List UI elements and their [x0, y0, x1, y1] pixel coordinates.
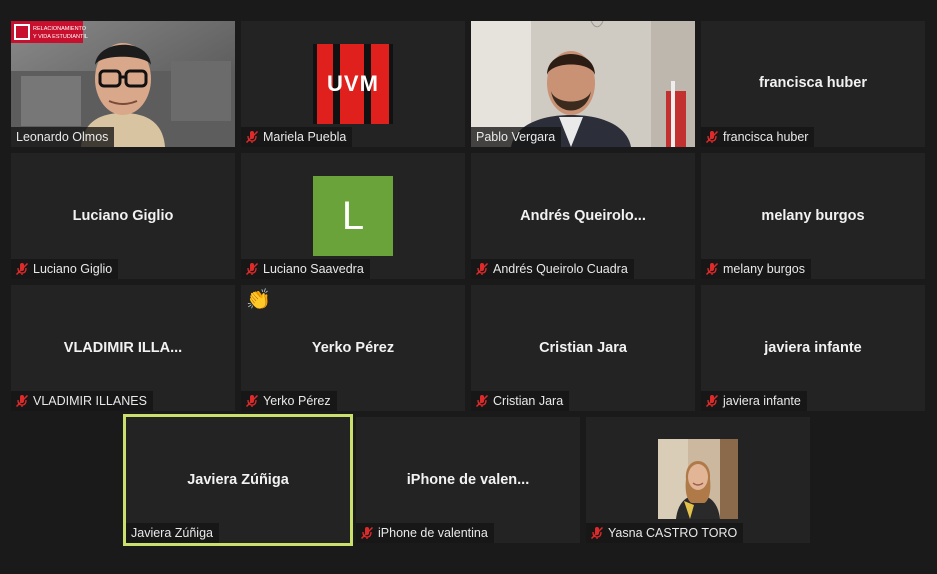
muted-microphone-icon — [245, 394, 259, 408]
participant-name: Andrés Queirolo Cuadra — [493, 262, 628, 276]
participant-display-name: javiera infante — [764, 340, 862, 356]
participant-tile-yerko-perez[interactable]: 👏 Yerko Pérez Yerko Pérez — [241, 285, 465, 411]
participant-display-name: iPhone de valen... — [406, 472, 530, 488]
participant-name-label: Pablo Vergara — [471, 127, 562, 147]
participant-display-name: VLADIMIR ILLA... — [63, 340, 183, 356]
participant-name-label: Yerko Pérez — [241, 391, 337, 411]
muted-microphone-icon — [360, 526, 374, 540]
profile-photo — [658, 439, 738, 519]
participant-tile-melany-burgos[interactable]: melany burgos melany burgos — [701, 153, 925, 279]
participant-tile-luciano-giglio[interactable]: Luciano Giglio Luciano Giglio — [11, 153, 235, 279]
participant-name-label: Cristian Jara — [471, 391, 570, 411]
participant-name-label: Luciano Giglio — [11, 259, 119, 279]
participant-display-name: Javiera Zúñiga — [187, 472, 289, 488]
participant-tile-leonardo-olmos[interactable]: RELACIONAMIENTO Y VIDA ESTUDIANTIL Leona… — [11, 21, 235, 147]
participant-name-label: Andrés Queirolo Cuadra — [471, 259, 634, 279]
participant-name: Javiera Zúñiga — [131, 526, 213, 540]
participant-tile-cristian-jara[interactable]: Cristian Jara Cristian Jara — [471, 285, 695, 411]
muted-microphone-icon — [705, 262, 719, 276]
participant-tile-iphone-de-valentina[interactable]: iPhone de valen... iPhone de valentina — [356, 417, 580, 543]
participant-display-name: Yerko Pérez — [311, 340, 395, 356]
letter-avatar: L — [313, 176, 393, 256]
muted-microphone-icon — [15, 262, 29, 276]
participant-display-name: Cristian Jara — [539, 340, 627, 356]
muted-microphone-icon — [245, 262, 259, 276]
participant-name: javiera infante — [723, 394, 801, 408]
participant-name: Cristian Jara — [493, 394, 564, 408]
participant-tile-javiera-infante[interactable]: javiera infante javiera infante — [701, 285, 925, 411]
participant-name-label: melany burgos — [701, 259, 811, 279]
participant-name: Luciano Saavedra — [263, 262, 364, 276]
participant-tile-pablo-vergara[interactable]: Pablo Vergara — [471, 21, 695, 147]
participant-name: francisca huber — [723, 130, 809, 144]
muted-microphone-icon — [705, 394, 719, 408]
participant-name: VLADIMIR ILLANES — [33, 394, 147, 408]
participant-display-name: Andrés Queirolo... — [520, 208, 646, 224]
uvm-logo: UVM — [313, 44, 393, 124]
muted-microphone-icon — [705, 130, 719, 144]
banner-line-2: Y VIDA ESTUDIANTIL — [33, 34, 88, 40]
participant-name: Luciano Giglio — [33, 262, 113, 276]
participant-name-label: Luciano Saavedra — [241, 259, 370, 279]
participant-tile-yasna-castro-toro[interactable]: Yasna CASTRO TORO — [586, 417, 810, 543]
participant-tile-vladimir-illanes[interactable]: VLADIMIR ILLA... VLADIMIR ILLANES — [11, 285, 235, 411]
participant-name: Yasna CASTRO TORO — [608, 526, 738, 540]
muted-microphone-icon — [245, 130, 259, 144]
participant-name-label: iPhone de valentina — [356, 523, 494, 543]
muted-microphone-icon — [590, 526, 604, 540]
participant-name-label: Javiera Zúñiga — [126, 523, 219, 543]
participant-display-name: Luciano Giglio — [72, 208, 174, 224]
participant-name: Yerko Pérez — [263, 394, 331, 408]
participant-name-label: Mariela Puebla — [241, 127, 353, 147]
banner-line-1: RELACIONAMIENTO — [33, 26, 87, 32]
participant-name: melany burgos — [723, 262, 805, 276]
participant-name-label: francisca huber — [701, 127, 815, 147]
participant-name-label: javiera infante — [701, 391, 807, 411]
participant-name-label: VLADIMIR ILLANES — [11, 391, 153, 411]
muted-microphone-icon — [475, 262, 489, 276]
participant-name-label: Yasna CASTRO TORO — [586, 523, 744, 543]
participant-name: Pablo Vergara — [476, 130, 556, 144]
clap-emoji-icon: 👏 — [246, 289, 271, 311]
participant-tile-francisca-huber[interactable]: francisca huber francisca huber — [701, 21, 925, 147]
participant-tile-andres-queirolo[interactable]: Andrés Queirolo... Andrés Queirolo Cuadr… — [471, 153, 695, 279]
participant-tile-mariela-puebla[interactable]: UVM Mariela Puebla — [241, 21, 465, 147]
participant-name: Mariela Puebla — [263, 130, 347, 144]
gallery-view: RELACIONAMIENTO Y VIDA ESTUDIANTIL Leona… — [0, 0, 937, 574]
muted-microphone-icon — [475, 394, 489, 408]
participant-name: Leonardo Olmos — [16, 130, 109, 144]
muted-microphone-icon — [15, 394, 29, 408]
participant-display-name: francisca huber — [759, 75, 867, 91]
participant-tile-javiera-zuniga[interactable]: Javiera Zúñiga Javiera Zúñiga — [123, 414, 353, 546]
participant-display-name: melany burgos — [761, 208, 865, 224]
participant-name-label: Leonardo Olmos — [11, 127, 115, 147]
participant-tile-luciano-saavedra[interactable]: L Luciano Saavedra — [241, 153, 465, 279]
participant-name: iPhone de valentina — [378, 526, 488, 540]
logo-text: UVM — [327, 71, 379, 96]
